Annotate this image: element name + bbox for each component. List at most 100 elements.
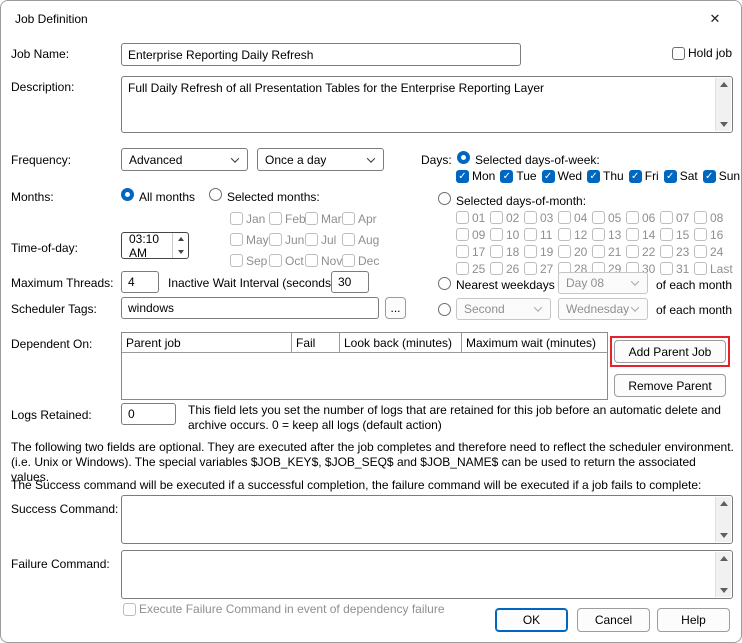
browse-tags-button[interactable]: ... bbox=[385, 297, 406, 319]
month-checkbox[interactable]: Oct bbox=[269, 254, 305, 268]
day-of-month-checkbox[interactable]: 06 bbox=[626, 211, 660, 225]
day-of-month-checkbox[interactable]: 07 bbox=[660, 211, 694, 225]
scroll-up-icon[interactable] bbox=[719, 501, 728, 506]
logs-retained-input[interactable] bbox=[121, 403, 176, 425]
month-checkbox[interactable]: Jun bbox=[269, 233, 305, 247]
month-checkbox[interactable]: Jan bbox=[230, 212, 269, 226]
ok-button[interactable]: OK bbox=[495, 608, 568, 632]
month-checkbox[interactable]: Nov bbox=[305, 254, 342, 268]
day-of-month-checkbox[interactable]: 19 bbox=[524, 245, 558, 259]
weekday-checkbox[interactable]: ✓ Sat bbox=[663, 169, 698, 183]
day-of-month-checkbox[interactable]: 27 bbox=[524, 262, 558, 276]
nearest-weekdays-radio[interactable] bbox=[438, 277, 451, 290]
day-of-month-checkbox[interactable]: 21 bbox=[592, 245, 626, 259]
ordinal-dropdown[interactable]: Second bbox=[456, 298, 551, 320]
scrollbar[interactable] bbox=[715, 78, 731, 131]
weekday-checkbox[interactable]: ✓ Mon bbox=[456, 169, 495, 183]
day-of-month-checkbox[interactable]: 26 bbox=[490, 262, 524, 276]
selected-months-radio[interactable] bbox=[209, 188, 222, 201]
day-of-month-checkbox[interactable]: 31 bbox=[660, 262, 694, 276]
remove-parent-button[interactable]: Remove Parent bbox=[614, 374, 726, 397]
month-checkbox[interactable]: May bbox=[230, 233, 269, 247]
frequency-dropdown[interactable]: Advanced bbox=[121, 148, 248, 171]
inactive-wait-input[interactable] bbox=[331, 271, 369, 293]
day-of-month-checkbox[interactable]: 20 bbox=[558, 245, 592, 259]
day-of-month-checkbox[interactable]: 01 bbox=[456, 211, 490, 225]
cancel-button[interactable]: Cancel bbox=[577, 608, 650, 632]
checkbox-checked-icon: ✓ bbox=[587, 169, 601, 183]
scroll-up-icon[interactable] bbox=[719, 82, 728, 87]
month-checkbox[interactable]: Sep bbox=[230, 254, 269, 268]
close-icon[interactable]: ✕ bbox=[699, 7, 731, 31]
scroll-down-icon[interactable] bbox=[719, 588, 728, 593]
day-of-month-checkbox[interactable]: 09 bbox=[456, 228, 490, 242]
day-of-month-label: 03 bbox=[540, 210, 554, 225]
frequency-interval-dropdown[interactable]: Once a day bbox=[257, 148, 384, 171]
month-checkbox[interactable]: Apr bbox=[342, 212, 380, 226]
day-of-month-checkbox[interactable]: 14 bbox=[626, 228, 660, 242]
weekday-checkbox[interactable]: ✓ Thu bbox=[587, 169, 624, 183]
ordinal-weekday-radio[interactable] bbox=[438, 303, 451, 316]
job-name-label: Job Name: bbox=[11, 47, 70, 61]
success-command-input[interactable] bbox=[121, 495, 733, 544]
weekday-dropdown[interactable]: Wednesday bbox=[558, 298, 648, 320]
weekday-checkbox[interactable]: ✓ Sun bbox=[702, 169, 740, 183]
day-of-month-checkbox[interactable]: 12 bbox=[558, 228, 592, 242]
dependency-failure-checkbox[interactable]: Execute Failure Command in event of depe… bbox=[123, 602, 445, 616]
checkbox-unchecked-icon bbox=[558, 245, 571, 258]
checkbox-checked-icon: ✓ bbox=[541, 169, 555, 183]
day-of-month-checkbox[interactable]: 24 bbox=[694, 245, 728, 259]
weekday-checkbox[interactable]: ✓ Tue bbox=[500, 169, 537, 183]
day-of-month-checkbox[interactable]: 03 bbox=[524, 211, 558, 225]
table-column-header: Look back (minutes) bbox=[340, 333, 462, 352]
day-of-month-checkbox[interactable]: 22 bbox=[626, 245, 660, 259]
month-checkbox[interactable]: Dec bbox=[342, 254, 380, 268]
day-of-month-checkbox[interactable]: 17 bbox=[456, 245, 490, 259]
day-of-month-checkbox[interactable]: 04 bbox=[558, 211, 592, 225]
description-input[interactable]: Full Daily Refresh of all Presentation T… bbox=[121, 76, 733, 133]
day-of-month-checkbox[interactable]: 11 bbox=[524, 228, 558, 242]
scroll-down-icon[interactable] bbox=[719, 533, 728, 538]
day-of-month-checkbox[interactable]: 23 bbox=[660, 245, 694, 259]
day-of-month-checkbox[interactable]: 15 bbox=[660, 228, 694, 242]
days-label: Days: bbox=[421, 153, 452, 167]
all-months-radio[interactable] bbox=[121, 188, 134, 201]
spinner-up-icon[interactable] bbox=[173, 233, 188, 246]
month-checkbox[interactable]: Mar bbox=[305, 212, 342, 226]
max-threads-input[interactable] bbox=[121, 271, 159, 293]
day-of-month-checkbox[interactable]: 05 bbox=[592, 211, 626, 225]
days-of-month-radio[interactable] bbox=[438, 192, 451, 205]
scroll-down-icon[interactable] bbox=[719, 122, 728, 127]
time-of-day-spinner[interactable]: 03:10 AM bbox=[121, 232, 189, 260]
day-of-month-checkbox[interactable]: 18 bbox=[490, 245, 524, 259]
day-of-month-checkbox[interactable]: 02 bbox=[490, 211, 524, 225]
dependent-jobs-table[interactable]: Parent job Fail Look back (minutes) Maximum… bbox=[121, 332, 608, 400]
hold-job-checkbox[interactable]: Hold job bbox=[672, 46, 732, 60]
month-checkbox[interactable]: Jul bbox=[305, 233, 342, 247]
day-of-month-checkbox[interactable]: 25 bbox=[456, 262, 490, 276]
day-of-month-checkbox[interactable]: Last bbox=[694, 262, 733, 276]
weekday-checkbox[interactable]: ✓ Fri bbox=[628, 169, 659, 183]
add-parent-job-button[interactable]: Add Parent Job bbox=[614, 340, 726, 363]
day-of-month-checkbox[interactable]: 08 bbox=[694, 211, 728, 225]
job-name-input[interactable] bbox=[121, 43, 521, 66]
day-of-month-label: 22 bbox=[642, 244, 656, 259]
month-checkbox[interactable]: Aug bbox=[342, 233, 380, 247]
spinner-down-icon[interactable] bbox=[173, 246, 188, 259]
nearest-day-dropdown[interactable]: Day 08 bbox=[558, 272, 648, 294]
days-of-week-radio[interactable] bbox=[457, 151, 470, 164]
weekday-checkbox[interactable]: ✓ Wed bbox=[541, 169, 582, 183]
failure-command-input[interactable] bbox=[121, 550, 733, 599]
scrollbar[interactable] bbox=[715, 552, 731, 597]
day-of-month-checkbox[interactable]: 10 bbox=[490, 228, 524, 242]
scrollbar[interactable] bbox=[715, 497, 731, 542]
help-button[interactable]: Help bbox=[657, 608, 730, 632]
month-checkbox[interactable]: Feb bbox=[269, 212, 306, 226]
frequency-interval-value: Once a day bbox=[265, 152, 327, 167]
scroll-up-icon[interactable] bbox=[719, 556, 728, 561]
checkbox-unchecked-icon bbox=[524, 262, 537, 275]
day-of-month-checkbox[interactable]: 16 bbox=[694, 228, 728, 242]
scheduler-tags-input[interactable] bbox=[121, 297, 379, 319]
day-of-month-checkbox[interactable]: 13 bbox=[592, 228, 626, 242]
checkbox-unchecked-icon bbox=[269, 233, 282, 246]
